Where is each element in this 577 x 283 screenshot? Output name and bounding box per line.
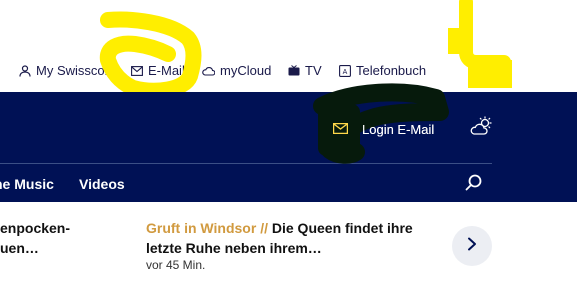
teaser-separator: // bbox=[256, 220, 272, 236]
topnav-label: Telefonbuch bbox=[356, 63, 427, 78]
main-header: Login E-Mail ne Music Videos bbox=[0, 92, 577, 202]
tv-icon bbox=[288, 65, 300, 76]
header-divider bbox=[0, 163, 492, 164]
teaser-left-line2: uen… bbox=[0, 240, 39, 256]
teaser-main[interactable]: Gruft in Windsor // Die Queen findet ihr… bbox=[146, 218, 446, 258]
topnav-email[interactable]: E-Mail bbox=[131, 63, 185, 78]
user-icon bbox=[19, 64, 31, 77]
cloud-icon bbox=[202, 66, 215, 76]
phonebook-icon: A bbox=[339, 64, 351, 77]
teaser-timestamp: vor 45 Min. bbox=[146, 258, 206, 272]
carousel-next-button[interactable] bbox=[452, 226, 492, 266]
envelope-icon bbox=[332, 122, 349, 137]
topnav-my-swisscom[interactable]: My Swisscom bbox=[19, 63, 115, 78]
teaser-left[interactable]: enpocken- uen… bbox=[0, 218, 70, 258]
language-switch[interactable]: DE bbox=[476, 63, 494, 78]
search-icon[interactable] bbox=[465, 174, 483, 197]
topnav-label: TV bbox=[305, 63, 322, 78]
topnav-telefonbuch[interactable]: A Telefonbuch bbox=[339, 63, 426, 78]
teaser-left-line1: enpocken- bbox=[0, 220, 71, 236]
teaser-kicker: Gruft in Windsor bbox=[146, 220, 257, 236]
topnav-label: My Swisscom bbox=[36, 63, 116, 78]
utility-bar: My Swisscom E-Mail myCloud TV A Telefonb… bbox=[0, 0, 577, 92]
chevron-right-icon bbox=[467, 237, 477, 256]
login-label: Login E-Mail bbox=[362, 122, 435, 137]
topnav-label: myCloud bbox=[220, 63, 272, 78]
topnav-mycloud[interactable]: myCloud bbox=[202, 63, 271, 78]
topnav-label: E-Mail bbox=[148, 63, 185, 78]
login-email-overlay[interactable]: Login E-Mail bbox=[332, 122, 435, 137]
svg-text:A: A bbox=[343, 69, 348, 76]
nav-item-music[interactable]: ne Music bbox=[0, 176, 54, 192]
topnav-tv[interactable]: TV bbox=[288, 63, 322, 78]
partly-cloudy-icon[interactable] bbox=[470, 116, 494, 141]
nav-item-videos[interactable]: Videos bbox=[79, 176, 125, 192]
envelope-icon bbox=[131, 65, 143, 76]
